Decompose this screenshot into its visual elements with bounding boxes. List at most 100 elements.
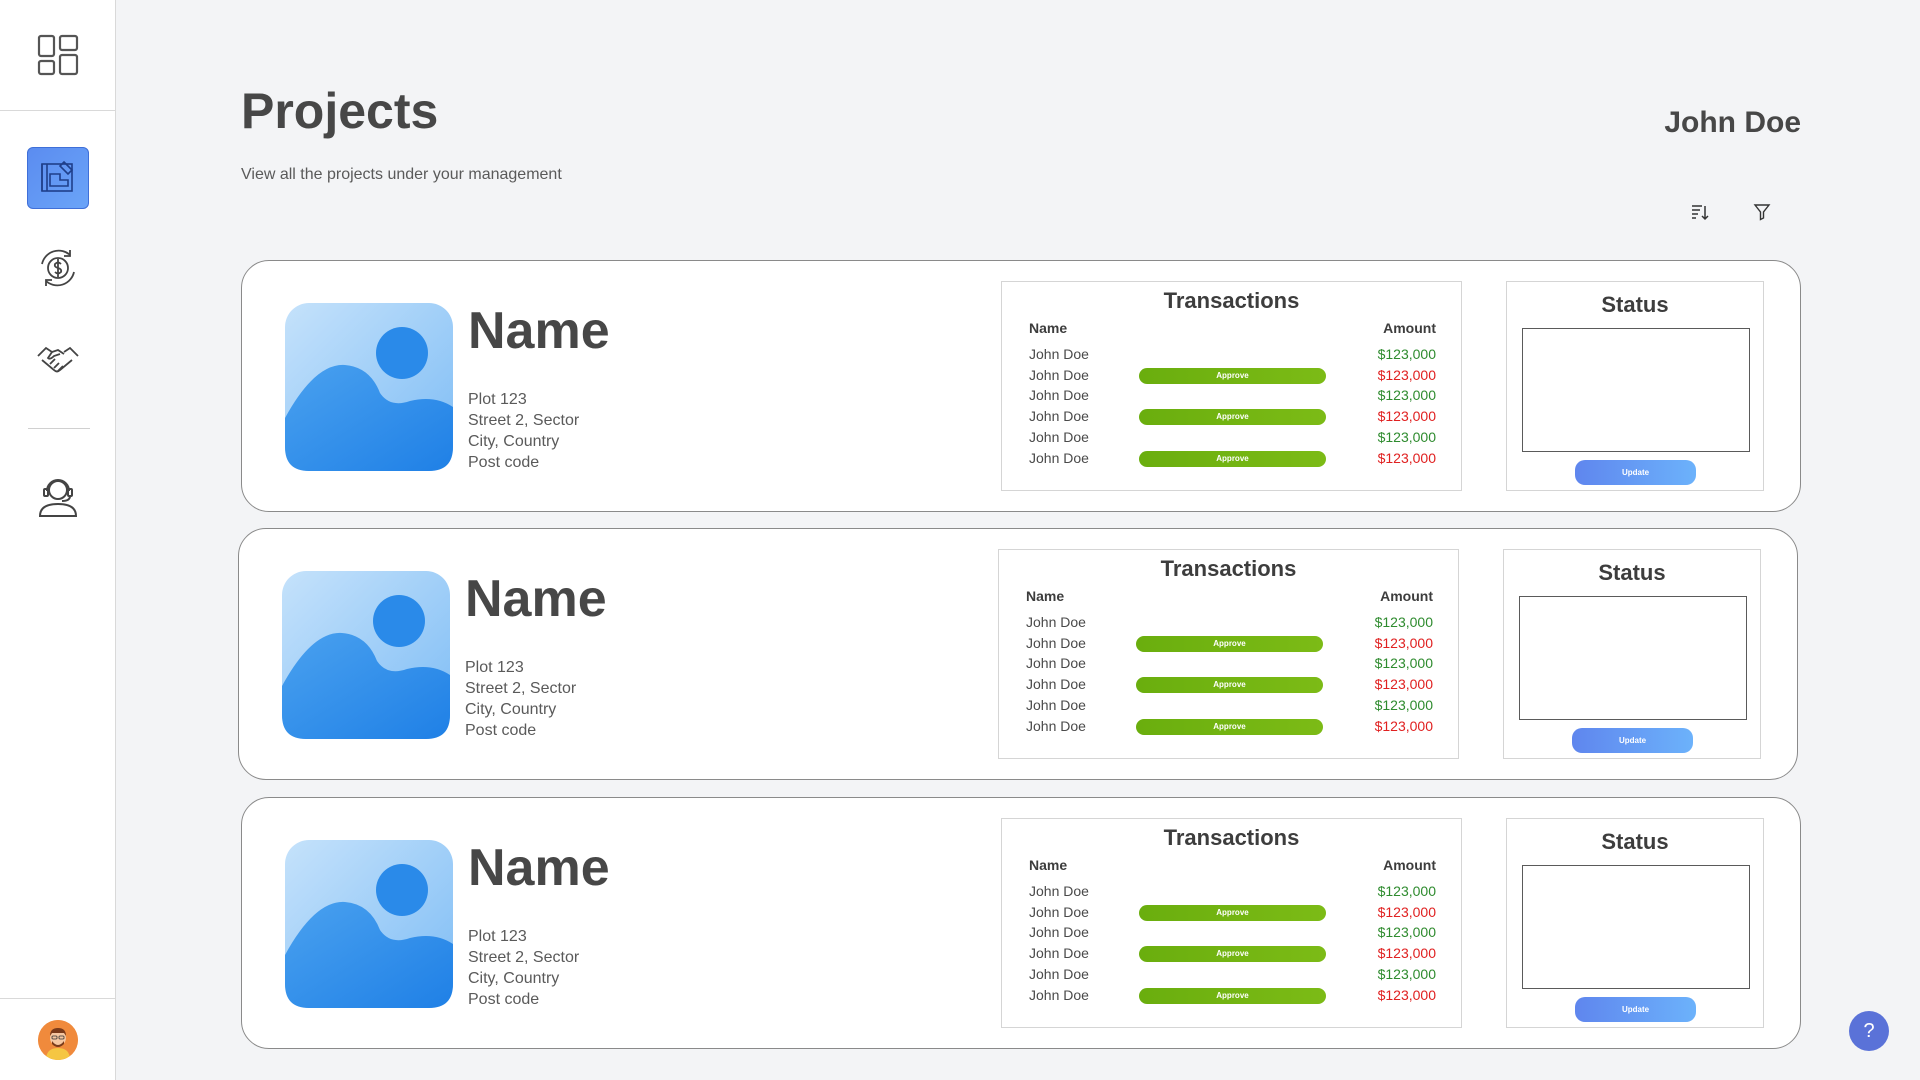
column-header-amount: Amount [1380, 588, 1433, 604]
transaction-name: John Doe [1026, 676, 1086, 692]
transactions-panel: Transactions Name Amount John Doe $123,00… [1001, 281, 1462, 491]
status-display [1522, 865, 1750, 989]
transaction-amount: $123,000 [1377, 966, 1436, 982]
transaction-row: John Doe $123,000 [999, 653, 1458, 674]
column-header-name: Name [1026, 588, 1065, 604]
approve-button[interactable]: Approve [1139, 368, 1326, 384]
approve-button[interactable]: Approve [1136, 636, 1323, 652]
project-card: Name Plot 123 Street 2, Sector City, Cou… [241, 797, 1801, 1049]
transaction-amount: $123,000 [1374, 614, 1433, 630]
dashboard-grid-icon[interactable] [0, 0, 115, 111]
approve-button[interactable]: Approve [1136, 677, 1323, 693]
transactions-panel: Transactions Name Amount John Doe $123,00… [998, 549, 1459, 759]
transaction-amount: $123,000 [1377, 924, 1436, 940]
address-line: Post code [465, 722, 537, 739]
project-name: Name [468, 839, 610, 897]
project-name: Name [468, 302, 610, 360]
transaction-row: John Doe $123,000 [1002, 922, 1461, 943]
blueprint-icon [38, 156, 78, 201]
page-subtitle: View all the projects under your managem… [241, 166, 562, 183]
sort-descending-icon[interactable] [1688, 200, 1712, 224]
approve-button[interactable]: Approve [1139, 946, 1326, 962]
transaction-name: John Doe [1029, 924, 1089, 940]
transaction-row: John Doe Approve $123,000 [1002, 902, 1461, 923]
user-name: John Doe [1664, 106, 1801, 139]
transaction-name: John Doe [1029, 387, 1089, 403]
transaction-row: John Doe Approve $123,000 [1002, 365, 1461, 386]
address-line: Post code [468, 454, 540, 471]
transaction-name: John Doe [1029, 966, 1089, 982]
project-address: Plot 123 Street 2, Sector City, Country … [468, 926, 579, 1010]
transaction-amount: $123,000 [1377, 429, 1436, 445]
sidebar-item-support[interactable] [27, 467, 89, 529]
transaction-row: John Doe Approve $123,000 [1002, 943, 1461, 964]
support-agent-icon [35, 473, 81, 524]
update-button[interactable]: Update [1575, 460, 1696, 485]
address-line: City, Country [468, 433, 560, 450]
transaction-name: John Doe [1029, 408, 1089, 424]
address-line: Post code [468, 991, 540, 1008]
transaction-row: John Doe $123,000 [999, 695, 1458, 716]
status-panel: Status Update [1506, 818, 1764, 1028]
transaction-name: John Doe [1029, 904, 1089, 920]
update-button[interactable]: Update [1575, 997, 1696, 1022]
transaction-amount: $123,000 [1374, 718, 1433, 734]
transaction-amount: $123,000 [1374, 697, 1433, 713]
approve-button[interactable]: Approve [1139, 988, 1326, 1004]
sidebar-divider [28, 428, 90, 429]
transaction-amount: $123,000 [1377, 987, 1436, 1003]
sidebar-item-deals[interactable] [27, 331, 89, 393]
approve-button[interactable]: Approve [1136, 719, 1323, 735]
status-title: Status [1601, 292, 1669, 317]
address-line: City, Country [468, 970, 560, 987]
transaction-row: John Doe $123,000 [1002, 344, 1461, 365]
approve-button[interactable]: Approve [1139, 451, 1326, 467]
status-display [1519, 596, 1747, 720]
address-line: Street 2, Sector [465, 680, 577, 697]
transaction-name: John Doe [1029, 429, 1089, 445]
sidebar-item-finance[interactable] [27, 239, 89, 301]
transaction-name: John Doe [1029, 450, 1089, 466]
address-line: Plot 123 [465, 659, 524, 676]
help-button[interactable]: ? [1849, 1011, 1889, 1051]
approve-button[interactable]: Approve [1139, 905, 1326, 921]
transaction-row: John Doe Approve $123,000 [999, 674, 1458, 695]
transaction-row: John Doe Approve $123,000 [999, 716, 1458, 737]
transaction-name: John Doe [1026, 655, 1086, 671]
sidebar-item-projects[interactable] [27, 147, 89, 209]
status-display [1522, 328, 1750, 452]
filter-icon[interactable] [1750, 200, 1774, 224]
update-button[interactable]: Update [1572, 728, 1693, 753]
transaction-amount: $123,000 [1377, 408, 1436, 424]
transaction-row: John Doe $123,000 [1002, 964, 1461, 985]
sidebar [0, 0, 116, 1080]
column-header-name: Name [1029, 857, 1068, 873]
approve-button[interactable]: Approve [1139, 409, 1326, 425]
transaction-row: John Doe Approve $123,000 [1002, 448, 1461, 469]
transaction-name: John Doe [1029, 346, 1089, 362]
transaction-amount: $123,000 [1374, 635, 1433, 651]
project-card: Name Plot 123 Street 2, Sector City, Cou… [238, 528, 1798, 780]
address-line: Plot 123 [468, 928, 527, 945]
handshake-icon [36, 338, 80, 387]
transaction-row: John Doe $123,000 [999, 612, 1458, 633]
transaction-name: John Doe [1026, 635, 1086, 651]
transaction-row: John Doe Approve $123,000 [1002, 406, 1461, 427]
address-line: Street 2, Sector [468, 412, 580, 429]
user-avatar[interactable] [37, 1019, 78, 1060]
status-title: Status [1598, 560, 1666, 585]
project-name: Name [465, 570, 607, 628]
project-image-icon [285, 303, 453, 471]
status-panel: Status Update [1503, 549, 1761, 759]
status-panel: Status Update [1506, 281, 1764, 491]
project-image-icon [282, 571, 450, 739]
column-header-amount: Amount [1383, 857, 1436, 873]
transaction-amount: $123,000 [1377, 904, 1436, 920]
transaction-name: John Doe [1029, 987, 1089, 1003]
transactions-title: Transactions [1160, 556, 1297, 581]
project-address: Plot 123 Street 2, Sector City, Country … [465, 657, 576, 741]
transaction-amount: $123,000 [1377, 367, 1436, 383]
transactions-title: Transactions [1163, 825, 1300, 850]
column-header-amount: Amount [1383, 320, 1436, 336]
transaction-amount: $123,000 [1377, 883, 1436, 899]
